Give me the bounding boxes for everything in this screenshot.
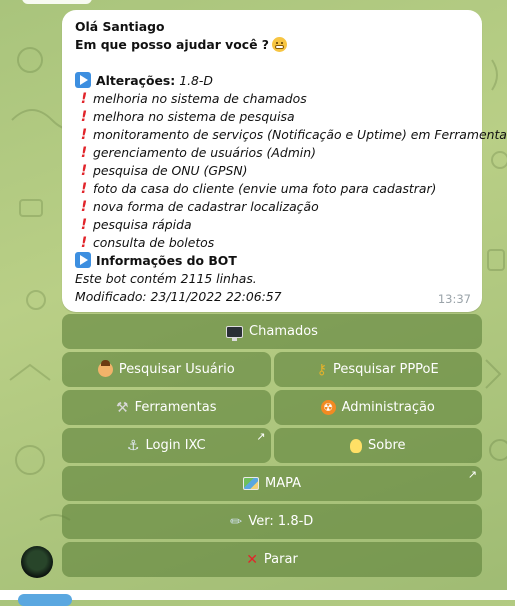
right-panel-edge	[507, 0, 515, 590]
change-item: ! consulta de boletos	[75, 234, 470, 252]
key-icon: ⚷	[316, 361, 328, 378]
previous-message-edge	[22, 0, 92, 4]
sobre-button[interactable]: Sobre	[273, 428, 482, 463]
changes-title: Alterações:	[96, 73, 176, 88]
pesquisar-pppoe-button[interactable]: ⚷ Pesquisar PPPoE	[273, 352, 482, 387]
login-ixc-button[interactable]: ⚓ Login IXC ↗	[62, 428, 271, 463]
mapa-button[interactable]: MAPA ↗	[62, 466, 482, 501]
version-text: 1.8-D	[179, 73, 213, 88]
exclamation-icon: !	[80, 181, 88, 197]
change-item: ! melhoria no sistema de chamados	[75, 90, 470, 108]
info-heading: Informações do BOT	[75, 252, 470, 270]
inline-keyboard: Chamados Pesquisar Usuário ⚷ Pesquisar PP…	[62, 314, 482, 580]
composer-button-edge[interactable]	[18, 594, 72, 606]
message-time: 13:37	[437, 292, 471, 306]
parar-button[interactable]: ✕ Parar	[62, 542, 482, 577]
version-button[interactable]: ✎ Ver: 1.8-D	[62, 504, 482, 539]
question-text: Em que posso ajudar você ?	[75, 37, 269, 52]
person-raising-hand-icon	[97, 360, 113, 377]
change-item: ! monitoramento de serviços (Notificação …	[75, 126, 514, 144]
light-bulb-icon	[349, 438, 362, 453]
question-line: Em que posso ajudar você ?	[75, 36, 470, 54]
composer-bar-edge	[0, 590, 515, 600]
info-line-count: Este bot contém 2115 linhas.	[75, 271, 257, 286]
cross-mark-icon: ✕	[246, 551, 258, 568]
chamados-button[interactable]: Chamados	[62, 314, 482, 349]
bot-avatar[interactable]	[21, 546, 53, 578]
world-map-icon	[242, 477, 259, 490]
change-item: ! gerenciamento de usuários (Admin)	[75, 144, 470, 162]
change-item: ! pesquisa rápida	[75, 216, 470, 234]
exclamation-icon: !	[80, 91, 88, 107]
exclamation-icon: !	[80, 199, 88, 215]
play-button-icon	[75, 252, 91, 268]
exclamation-icon: !	[80, 217, 88, 233]
change-item: ! pesquisa de ONU (GPSN)	[75, 162, 470, 180]
external-link-arrow-icon: ↗	[467, 468, 477, 481]
grinning-face-icon	[271, 37, 287, 52]
info-title: Informações do BOT	[96, 253, 237, 268]
changes-heading: Alterações: 1.8-D	[75, 72, 470, 90]
bot-message-bubble: Olá Santiago Em que posso ajudar você ? …	[62, 10, 514, 312]
anchor-icon: ⚓	[126, 437, 140, 454]
ferramentas-button[interactable]: ⚒ Ferramentas	[62, 390, 271, 425]
radioactive-icon: ☢	[320, 400, 336, 415]
exclamation-icon: !	[80, 109, 88, 125]
exclamation-icon: !	[80, 163, 88, 179]
external-link-arrow-icon: ↗	[256, 430, 266, 443]
info-line-modified: Modificado: 23/11/2022 22:06:57	[75, 289, 282, 304]
play-button-icon	[75, 72, 91, 88]
hammer-icon: ⚒	[116, 399, 129, 416]
change-item: ! foto da casa do cliente (envie uma foto…	[75, 180, 470, 198]
pesquisar-usuario-button[interactable]: Pesquisar Usuário	[62, 352, 271, 387]
syringe-icon: ✎	[226, 511, 247, 532]
change-item: ! nova forma de cadastrar localização	[75, 198, 470, 216]
exclamation-icon: !	[80, 145, 88, 161]
change-item: ! melhora no sistema de pesquisa	[75, 108, 470, 126]
administracao-button[interactable]: ☢ Administração	[273, 390, 482, 425]
desktop-computer-icon	[226, 325, 244, 341]
exclamation-icon: !	[80, 127, 88, 143]
greeting-line: Olá Santiago	[75, 19, 165, 34]
exclamation-icon: !	[80, 235, 88, 251]
